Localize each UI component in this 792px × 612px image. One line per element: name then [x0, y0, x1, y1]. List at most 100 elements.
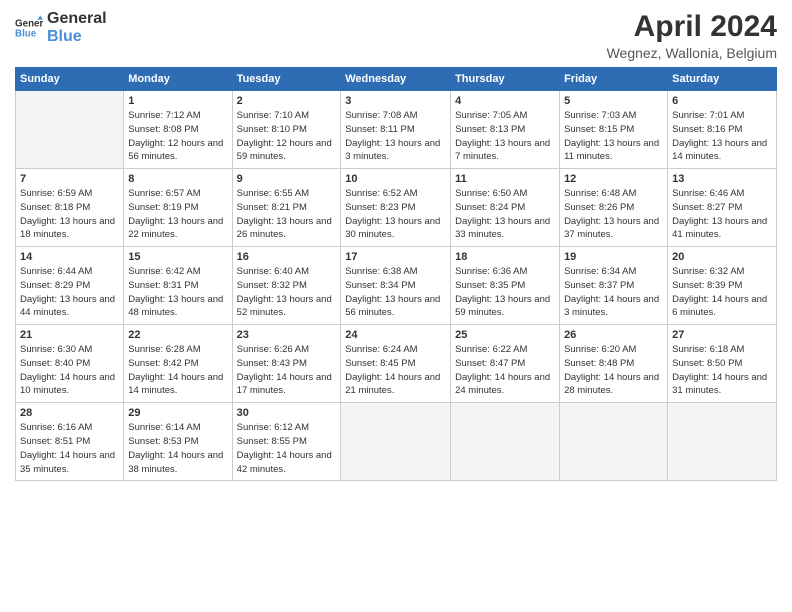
day-number: 18 [455, 251, 555, 263]
day-number: 23 [237, 329, 337, 341]
day-cell: 3Sunrise: 7:08 AMSunset: 8:11 PMDaylight… [341, 91, 451, 169]
day-number: 8 [128, 173, 227, 185]
day-number: 22 [128, 329, 227, 341]
day-number: 1 [128, 95, 227, 107]
header-cell-sunday: Sunday [16, 68, 124, 91]
week-row-4: 21 Sunrise: 6:30 AMSunset: 8:40 PMDayligh… [16, 325, 777, 403]
day-info: Sunrise: 6:42 AMSunset: 8:31 PMDaylight:… [128, 265, 227, 320]
day-number: 30 [237, 407, 337, 419]
day-info: Sunrise: 6:20 AMSunset: 8:48 PMDaylight:… [564, 343, 663, 398]
header-cell-friday: Friday [560, 68, 668, 91]
day-number: 25 [455, 329, 555, 341]
day-number: 28 [20, 407, 119, 419]
week-row-5: 28Sunrise: 6:16 AMSunset: 8:51 PMDayligh… [16, 403, 777, 481]
header-cell-tuesday: Tuesday [232, 68, 341, 91]
header-row: SundayMondayTuesdayWednesdayThursdayFrid… [16, 68, 777, 91]
day-number: 2 [237, 95, 337, 107]
day-number: 4 [455, 95, 555, 107]
day-number: 29 [128, 407, 227, 419]
day-info: Sunrise: 6:32 AMSunset: 8:39 PMDaylight:… [672, 265, 772, 320]
day-number: 15 [128, 251, 227, 263]
day-info: Sunrise: 6:34 AMSunset: 8:37 PMDaylight:… [564, 265, 663, 320]
day-info: Sunrise: 7:10 AMSunset: 8:10 PMDaylight:… [237, 109, 337, 164]
logo-line1: General [47, 10, 107, 28]
day-cell: 21 Sunrise: 6:30 AMSunset: 8:40 PMDayligh… [16, 325, 124, 403]
day-cell: 25 Sunrise: 6:22 AMSunset: 8:47 PMDayligh… [451, 325, 560, 403]
logo: General Blue General Blue [15, 10, 107, 47]
day-number: 6 [672, 95, 772, 107]
day-info: Sunrise: 6:57 AMSunset: 8:19 PMDaylight:… [128, 187, 227, 242]
day-cell: 12 Sunrise: 6:48 AMSunset: 8:26 PMDayligh… [560, 169, 668, 247]
calendar-table: SundayMondayTuesdayWednesdayThursdayFrid… [15, 67, 777, 481]
day-number: 11 [455, 173, 555, 185]
svg-text:Blue: Blue [15, 29, 37, 40]
week-row-1: 1 Sunrise: 7:12 AMSunset: 8:08 PMDaylight… [16, 91, 777, 169]
day-cell: 7Sunrise: 6:59 AMSunset: 8:18 PMDaylight… [16, 169, 124, 247]
header: General Blue General Blue April 2024 Weg… [15, 10, 777, 61]
week-row-2: 7Sunrise: 6:59 AMSunset: 8:18 PMDaylight… [16, 169, 777, 247]
day-info: Sunrise: 7:05 AMSunset: 8:13 PMDaylight:… [455, 109, 555, 164]
page: General Blue General Blue April 2024 Weg… [0, 0, 792, 612]
day-info: Sunrise: 6:14 AMSunset: 8:53 PMDaylight:… [128, 421, 227, 476]
day-info: Sunrise: 6:44 AMSunset: 8:29 PMDaylight:… [20, 265, 119, 320]
day-cell: 18 Sunrise: 6:36 AMSunset: 8:35 PMDayligh… [451, 247, 560, 325]
day-cell: 23 Sunrise: 6:26 AMSunset: 8:43 PMDayligh… [232, 325, 341, 403]
day-number: 13 [672, 173, 772, 185]
day-number: 26 [564, 329, 663, 341]
day-number: 10 [345, 173, 446, 185]
day-info: Sunrise: 6:40 AMSunset: 8:32 PMDaylight:… [237, 265, 337, 320]
day-info: Sunrise: 7:03 AMSunset: 8:15 PMDaylight:… [564, 109, 663, 164]
day-cell: 2 Sunrise: 7:10 AMSunset: 8:10 PMDaylight… [232, 91, 341, 169]
day-number: 9 [237, 173, 337, 185]
day-cell: 19 Sunrise: 6:34 AMSunset: 8:37 PMDayligh… [560, 247, 668, 325]
day-cell: 11 Sunrise: 6:50 AMSunset: 8:24 PMDayligh… [451, 169, 560, 247]
day-cell: 6Sunrise: 7:01 AMSunset: 8:16 PMDaylight… [668, 91, 777, 169]
day-info: Sunrise: 6:30 AMSunset: 8:40 PMDaylight:… [20, 343, 119, 398]
day-cell: 16 Sunrise: 6:40 AMSunset: 8:32 PMDayligh… [232, 247, 341, 325]
header-cell-thursday: Thursday [451, 68, 560, 91]
day-info: Sunrise: 6:38 AMSunset: 8:34 PMDaylight:… [345, 265, 446, 320]
day-number: 21 [20, 329, 119, 341]
day-info: Sunrise: 7:12 AMSunset: 8:08 PMDaylight:… [128, 109, 227, 164]
day-number: 16 [237, 251, 337, 263]
day-cell: 10 Sunrise: 6:52 AMSunset: 8:23 PMDayligh… [341, 169, 451, 247]
day-cell: 30 Sunrise: 6:12 AMSunset: 8:55 PMDayligh… [232, 403, 341, 481]
day-info: Sunrise: 6:26 AMSunset: 8:43 PMDaylight:… [237, 343, 337, 398]
day-cell: 14Sunrise: 6:44 AMSunset: 8:29 PMDayligh… [16, 247, 124, 325]
subtitle: Wegnez, Wallonia, Belgium [607, 45, 777, 61]
day-cell: 26 Sunrise: 6:20 AMSunset: 8:48 PMDayligh… [560, 325, 668, 403]
header-cell-wednesday: Wednesday [341, 68, 451, 91]
day-info: Sunrise: 6:48 AMSunset: 8:26 PMDaylight:… [564, 187, 663, 242]
day-info: Sunrise: 6:22 AMSunset: 8:47 PMDaylight:… [455, 343, 555, 398]
day-cell: 9 Sunrise: 6:55 AMSunset: 8:21 PMDaylight… [232, 169, 341, 247]
day-cell: 17 Sunrise: 6:38 AMSunset: 8:34 PMDayligh… [341, 247, 451, 325]
day-number: 24 [345, 329, 446, 341]
day-info: Sunrise: 6:28 AMSunset: 8:42 PMDaylight:… [128, 343, 227, 398]
day-cell: 4 Sunrise: 7:05 AMSunset: 8:13 PMDaylight… [451, 91, 560, 169]
day-cell: 24 Sunrise: 6:24 AMSunset: 8:45 PMDayligh… [341, 325, 451, 403]
week-row-3: 14Sunrise: 6:44 AMSunset: 8:29 PMDayligh… [16, 247, 777, 325]
header-cell-saturday: Saturday [668, 68, 777, 91]
day-info: Sunrise: 6:36 AMSunset: 8:35 PMDaylight:… [455, 265, 555, 320]
day-number: 20 [672, 251, 772, 263]
day-cell [16, 91, 124, 169]
day-cell: 20 Sunrise: 6:32 AMSunset: 8:39 PMDayligh… [668, 247, 777, 325]
day-cell [560, 403, 668, 481]
day-info: Sunrise: 6:50 AMSunset: 8:24 PMDaylight:… [455, 187, 555, 242]
logo-icon: General Blue [15, 14, 43, 42]
day-number: 5 [564, 95, 663, 107]
day-cell: 29 Sunrise: 6:14 AMSunset: 8:53 PMDayligh… [124, 403, 232, 481]
day-number: 17 [345, 251, 446, 263]
day-info: Sunrise: 6:12 AMSunset: 8:55 PMDaylight:… [237, 421, 337, 476]
day-cell: 15 Sunrise: 6:42 AMSunset: 8:31 PMDayligh… [124, 247, 232, 325]
day-number: 19 [564, 251, 663, 263]
day-info: Sunrise: 6:24 AMSunset: 8:45 PMDaylight:… [345, 343, 446, 398]
day-cell: 8 Sunrise: 6:57 AMSunset: 8:19 PMDaylight… [124, 169, 232, 247]
day-cell: 13Sunrise: 6:46 AMSunset: 8:27 PMDayligh… [668, 169, 777, 247]
day-info: Sunrise: 6:52 AMSunset: 8:23 PMDaylight:… [345, 187, 446, 242]
day-info: Sunrise: 6:55 AMSunset: 8:21 PMDaylight:… [237, 187, 337, 242]
main-title: April 2024 [607, 10, 777, 43]
day-cell: 1 Sunrise: 7:12 AMSunset: 8:08 PMDaylight… [124, 91, 232, 169]
day-info: Sunrise: 6:59 AMSunset: 8:18 PMDaylight:… [20, 187, 119, 242]
day-number: 12 [564, 173, 663, 185]
